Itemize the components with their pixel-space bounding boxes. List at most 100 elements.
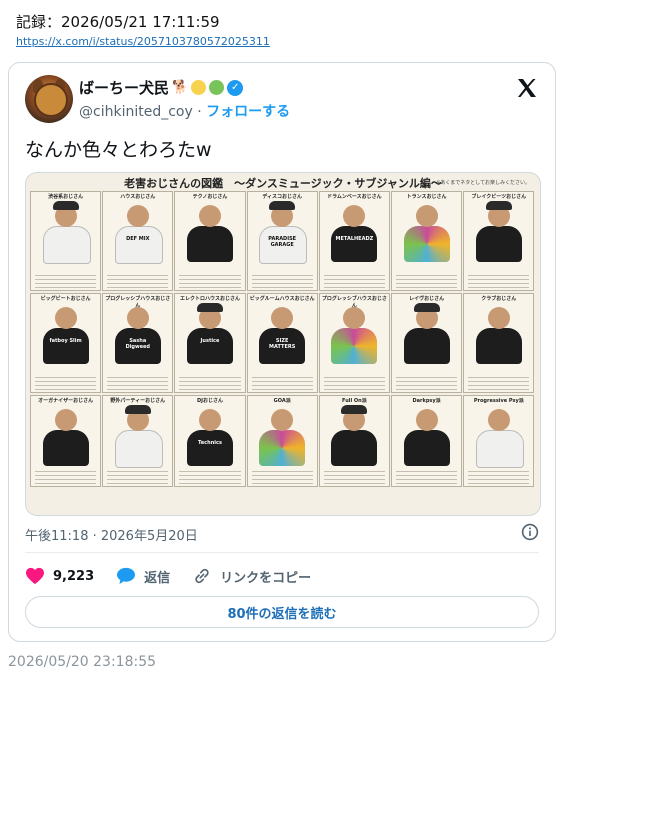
figure-hat [341,405,368,414]
tweet-text: なんか色々とわろたw [25,139,212,161]
media-cell-label: 野外パーティーおじさん [110,398,166,404]
cell-notes [179,468,241,484]
author-handle[interactable]: @cihkinited_coy [79,104,193,120]
reply-button[interactable]: 返信 [116,567,170,586]
media-cell: レイヴおじさん [391,293,463,393]
figure-head [487,307,510,329]
media-cell: クラブおじさん [463,293,535,393]
figure-head [343,205,366,227]
media-cell: ビッグビートおじさん fatboy Slim [30,293,102,393]
tweet-actions: 9,223 返信 リンクをコピー [25,566,333,586]
media-cell-label: ビッグビートおじさん [40,296,91,302]
media-cell: Full On派 [318,395,390,487]
media-cell-label: Darkpsy派 [412,398,441,404]
shirt-print-text: Justice [200,338,220,344]
author-name-row[interactable]: ばーちー犬民 🐕 ✓ [79,77,244,98]
figure-head [343,307,366,329]
media-cell: エレクトロハウスおじさん Justice [174,293,246,393]
cell-notes [323,374,385,390]
likes-count: 9,223 [53,568,95,584]
figure-hat [52,201,79,210]
avatar[interactable] [25,75,73,123]
shirt-print-text: SIZE MATTERS [269,338,296,350]
media-cell: ディスコおじさん PARADISE GARAGE [246,191,318,291]
figure-hat [124,405,151,414]
reply-label: 返信 [144,570,171,586]
tweet-media-image[interactable]: 老害おじさんの図鑑 〜ダンスミュージック・サブジャンル編〜 ※あくまでネタとして… [25,172,541,516]
media-cell: ビッグルームハウスおじさん SIZE MATTERS [246,293,318,393]
read-replies-button[interactable]: 80件の返信を読む [25,596,539,628]
page-timestamp: 2026/05/20 23:18:55 [8,654,157,670]
figure-head [54,307,77,329]
figure-body [475,328,522,364]
figure-head [415,205,438,227]
shirt-print-text: Sasha Digweed [125,338,150,350]
x-logo-icon[interactable] [515,76,539,100]
media-cell-label: Progressive Psy派 [473,398,524,404]
cell-notes [107,272,169,288]
like-button[interactable]: 9,223 [25,567,94,585]
media-cell-label: 渋谷系おじさん [48,194,84,200]
media-cell-label: クラブおじさん [481,296,517,302]
reply-bubble-icon [117,567,136,585]
media-cell: テクノおじさん [174,191,246,291]
figure-body [331,226,378,262]
media-cell-label: ブレイクビーツおじさん [471,194,527,200]
figure-hat [413,303,440,312]
figure-body [259,430,306,466]
copy-link-button[interactable]: リンクをコピー [192,566,311,586]
figure-body [42,328,89,364]
figure-body [331,430,378,466]
tweet-timestamp[interactable]: 午後11:18 · 2026年5月20日 [25,525,198,544]
media-cell-label: ハウスおじさん [120,194,156,200]
cell-notes [468,272,530,288]
figure-head [271,307,294,329]
copy-link-label: リンクをコピー [220,570,312,586]
figure-body [403,226,450,262]
info-icon[interactable] [521,523,539,541]
media-cell-label: ビッグルームハウスおじさん [249,296,315,302]
figure-body [186,328,233,364]
media-cell-label: Full On派 [342,398,367,404]
cell-notes [107,374,169,390]
media-cell-label: エレクトロハウスおじさん [179,296,240,302]
media-cell: オーガナイザーおじさん [30,395,102,487]
figure-body [186,430,233,466]
cell-notes [35,468,97,484]
figure-body [403,430,450,466]
cell-notes [468,374,530,390]
media-cell: トランスおじさん [391,191,463,291]
figure-hat [269,201,296,210]
media-cell: ハウスおじさん DEF MIX [102,191,174,291]
cell-notes [107,468,169,484]
cell-notes [396,468,458,484]
tweet-card: ばーちー犬民 🐕 ✓ @cihkinited_coy · フォローする なんか色… [8,62,556,642]
follow-button[interactable]: フォローする [206,104,290,120]
figure-head [126,307,149,329]
cell-notes [35,374,97,390]
media-cell-label: オーガナイザーおじさん [38,398,94,404]
media-cell-label: テクノおじさん [192,194,228,200]
shirt-print-text: fatboy Slim [49,338,82,344]
figure-body [42,226,91,264]
media-cell: ブレイクビーツおじさん [463,191,535,291]
media-cell-label: DJおじさん [196,398,223,404]
yellow-circle-icon [191,80,207,95]
cell-notes [179,272,241,288]
media-cell-label: ディスコおじさん [262,194,303,200]
shirt-print-text: Technics [198,440,222,446]
heart-icon [26,567,44,585]
green-circle-icon [209,80,225,95]
link-icon [195,568,209,584]
figure-head [487,409,510,431]
cell-notes [323,272,385,288]
figure-head [126,205,149,227]
media-cell-label: ドラムンベースおじさん [327,194,382,200]
source-url-link[interactable]: https://x.com/i/status/20571037805720253… [16,35,270,48]
media-cell-label: レイヴおじさん [409,296,445,302]
display-name[interactable]: ばーちー犬民 [79,77,169,98]
cell-notes [251,272,313,288]
figure-head [415,409,438,431]
figure-body [114,430,163,468]
shirt-print-text: PARADISE GARAGE [268,236,297,248]
